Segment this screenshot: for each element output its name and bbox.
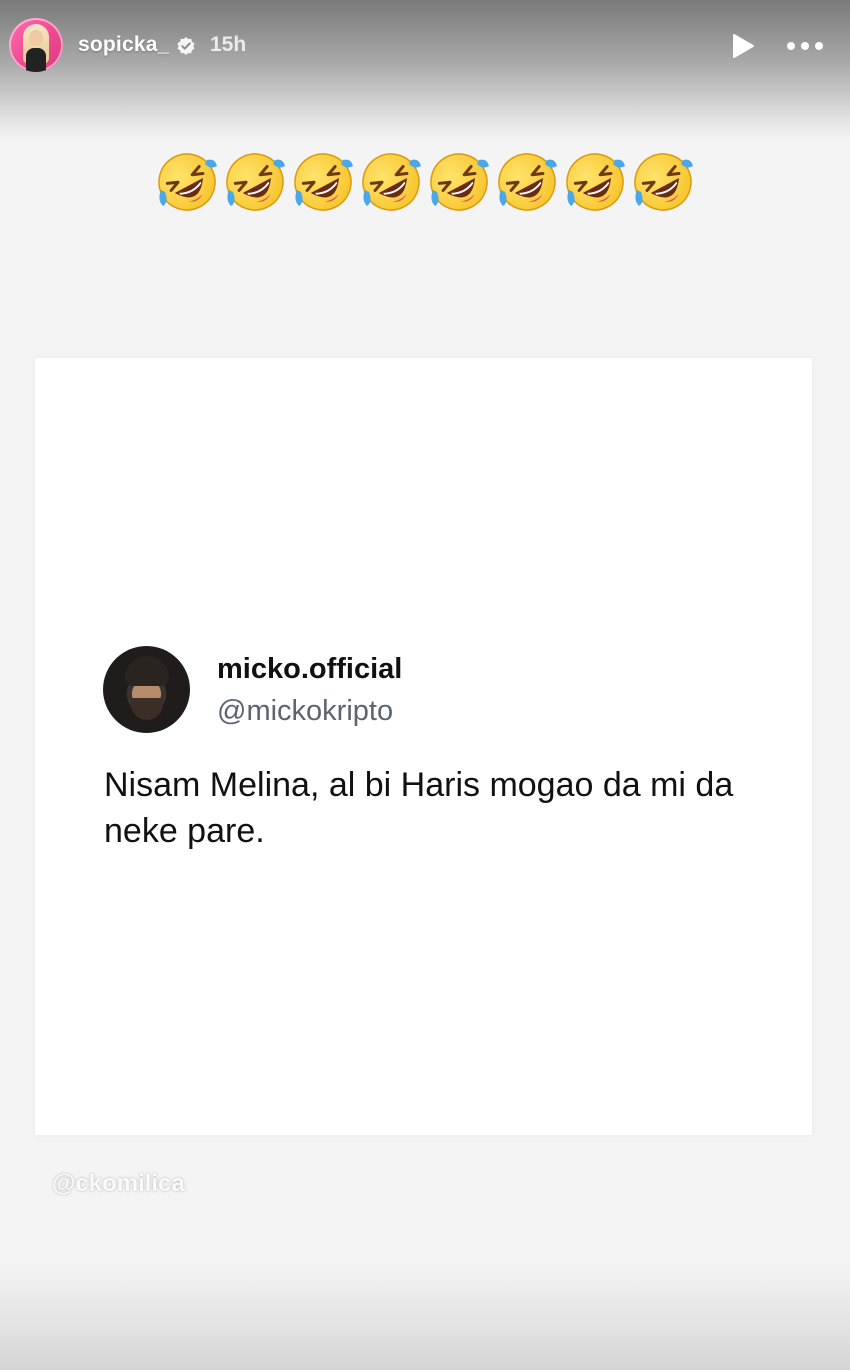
- play-icon: [733, 34, 754, 58]
- more-options-icon: [787, 42, 823, 50]
- play-button[interactable]: [727, 30, 759, 62]
- shared-post-card[interactable]: [35, 358, 812, 1135]
- post-author-name: micko.official: [217, 653, 403, 685]
- avatar-dress: [26, 48, 46, 72]
- rolling-laughing-emoji-icon: [158, 153, 217, 211]
- rolling-laughing-emoji-icon: [566, 153, 625, 211]
- avatar-face: [29, 30, 43, 46]
- username[interactable]: sopicka_: [78, 33, 170, 57]
- post-text: Nisam Melina, al bi Haris mogao da mi da…: [104, 766, 734, 850]
- author-avatar-hair: [125, 656, 169, 686]
- rolling-laughing-emoji-icon: [634, 153, 693, 211]
- rolling-laughing-emoji-icon: [294, 153, 353, 211]
- verified-badge-icon: [177, 37, 195, 55]
- more-options-button[interactable]: [782, 30, 828, 62]
- post-timestamp: 15h: [210, 33, 247, 56]
- bottom-gradient-overlay: [0, 1260, 850, 1370]
- post-author-handle: @mickokripto: [217, 695, 394, 727]
- rolling-laughing-emoji-icon: [430, 153, 489, 211]
- author-avatar-beard: [131, 698, 163, 720]
- rolling-laughing-emoji-icon: [226, 153, 285, 211]
- post-author-avatar: [103, 646, 190, 733]
- rolling-laughing-emoji-icon: [362, 153, 421, 211]
- rolling-laughing-emoji-icon: [498, 153, 557, 211]
- story-header: sopicka_ 15h: [0, 0, 850, 92]
- emoji-row: [150, 150, 700, 222]
- profile-avatar[interactable]: [9, 18, 63, 72]
- mention-tag[interactable]: @ckomilica: [52, 1170, 185, 1198]
